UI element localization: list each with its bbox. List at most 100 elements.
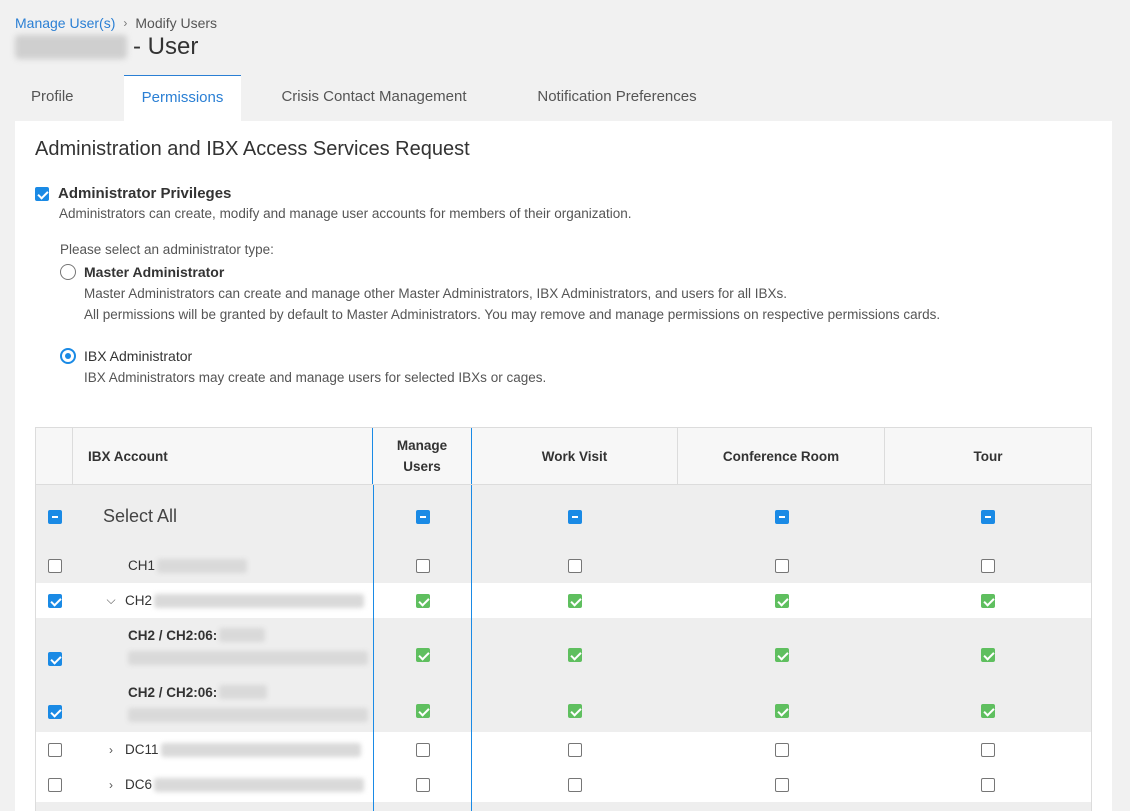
account-name: ⌵ CH2 (88, 593, 365, 608)
table-row: CH2 / CH2:06: (36, 618, 1091, 674)
select-all-row: Select All (36, 485, 1091, 548)
row-checkbox[interactable] (47, 777, 62, 792)
account-name: CH2 / CH2:06: (88, 685, 368, 722)
tab-notification-preferences[interactable]: Notification Preferences (507, 75, 727, 121)
work-visit-checkbox[interactable] (568, 648, 582, 662)
account-code: DC6 (125, 777, 153, 792)
redacted-account-detail (154, 593, 365, 608)
ibx-admin-label: IBX Administrator (84, 348, 193, 364)
header-ibx-account: IBX Account (73, 428, 373, 484)
work-visit-checkbox[interactable] (568, 593, 582, 608)
redacted-cage-id (219, 685, 268, 699)
redacted-account-detail (160, 742, 361, 757)
tour-checkbox[interactable] (981, 777, 995, 792)
manage-users-checkbox[interactable] (415, 648, 430, 662)
manage-users-checkbox[interactable] (415, 777, 430, 792)
admin-privileges-description: Administrators can create, modify and ma… (59, 206, 632, 221)
master-admin-desc-line1: Master Administrators can create and man… (84, 286, 788, 301)
manage-users-checkbox[interactable] (415, 593, 430, 608)
page-title: - User (15, 33, 198, 61)
header-tour: Tour (973, 448, 1003, 464)
breadcrumb-manage-users-link[interactable]: Manage User(s) (15, 15, 115, 31)
master-admin-radio[interactable] (60, 264, 76, 280)
breadcrumb: Manage User(s) › Modify Users (15, 15, 217, 31)
chevron-right-icon[interactable]: › (103, 743, 119, 757)
chevron-right-icon: › (123, 16, 128, 30)
select-all-label: Select All (103, 506, 178, 526)
redacted-account-detail (157, 558, 248, 573)
manage-users-checkbox[interactable] (415, 704, 430, 718)
select-all-manage-users-checkbox[interactable] (415, 509, 430, 524)
conference-room-checkbox[interactable] (774, 704, 789, 718)
account-name: › DC11 (88, 742, 361, 757)
row-checkbox[interactable] (47, 742, 62, 757)
redacted-account-detail (154, 777, 365, 792)
account-code: DC11 (125, 742, 159, 757)
master-admin-label: Master Administrator (84, 264, 225, 280)
manage-users-checkbox[interactable] (415, 742, 430, 757)
conference-room-checkbox[interactable] (774, 558, 789, 573)
conference-room-checkbox[interactable] (774, 593, 789, 608)
admin-privileges-row: Administrator Privileges (35, 185, 231, 202)
tour-checkbox[interactable] (981, 558, 995, 573)
tour-checkbox[interactable] (981, 593, 995, 608)
table-row: › DC6 (36, 767, 1091, 802)
admin-type-prompt: Please select an administrator type: (60, 242, 274, 257)
page-title-suffix: - User (133, 33, 199, 60)
conference-room-checkbox[interactable] (774, 742, 789, 757)
chevron-down-icon[interactable]: ⌵ (103, 593, 119, 608)
ibx-admin-radio[interactable] (60, 348, 76, 364)
select-all-work-visit-checkbox[interactable] (568, 509, 582, 524)
table-row: › DC11 (36, 732, 1091, 767)
row-checkbox[interactable] (47, 593, 62, 608)
tab-crisis-contact-management[interactable]: Crisis Contact Management (241, 75, 507, 121)
conference-room-checkbox[interactable] (774, 777, 789, 792)
work-visit-checkbox[interactable] (568, 777, 582, 792)
admin-privileges-checkbox[interactable] (35, 186, 49, 201)
row-checkbox[interactable] (47, 558, 62, 573)
tab-bar: Profile Permissions Crisis Contact Manag… (15, 75, 727, 121)
tour-checkbox[interactable] (981, 704, 995, 718)
header-checkbox-col (36, 428, 73, 484)
ibx-admin-option: IBX Administrator (60, 348, 192, 364)
master-admin-description: Master Administrators can create and man… (84, 283, 940, 325)
work-visit-checkbox[interactable] (568, 704, 582, 718)
chevron-right-icon[interactable]: › (103, 778, 119, 792)
header-manage-users-line1: Manage (396, 438, 448, 453)
header-manage-users: Manage Users (373, 428, 472, 484)
select-all-checkbox[interactable] (47, 509, 62, 524)
tour-checkbox[interactable] (981, 648, 995, 662)
ibx-admin-description: IBX Administrators may create and manage… (84, 370, 547, 385)
tab-profile[interactable]: Profile (15, 75, 124, 121)
redacted-user-name (15, 35, 127, 59)
header-manage-users-line2: Users (403, 459, 441, 474)
master-admin-option: Master Administrator (60, 264, 224, 280)
manage-users-checkbox[interactable] (415, 558, 430, 573)
section-title: Administration and IBX Access Services R… (35, 138, 470, 160)
table-row-partial (36, 802, 1091, 811)
row-checkbox[interactable] (47, 652, 62, 666)
ibx-permissions-table: IBX Account Manage Users Work Visit Confe… (35, 427, 1092, 811)
work-visit-checkbox[interactable] (568, 742, 582, 757)
redacted-account-detail (128, 650, 368, 665)
select-all-conference-room-checkbox[interactable] (774, 509, 789, 524)
tab-permissions[interactable]: Permissions (124, 75, 241, 121)
account-code: CH2 / CH2:06: (128, 627, 218, 643)
table-row: CH2 / CH2:06: (36, 674, 1091, 732)
work-visit-checkbox[interactable] (568, 558, 582, 573)
master-admin-desc-line2: All permissions will be granted by defau… (84, 307, 941, 322)
table-header: IBX Account Manage Users Work Visit Confe… (36, 428, 1091, 485)
tour-checkbox[interactable] (981, 742, 995, 757)
table-row: ⌵ CH2 (36, 583, 1091, 618)
select-all-tour-checkbox[interactable] (981, 509, 995, 524)
header-work-visit: Work Visit (472, 428, 678, 484)
table-row: CH1 (36, 548, 1091, 583)
permissions-panel: Administration and IBX Access Services R… (15, 121, 1112, 811)
row-checkbox[interactable] (47, 705, 62, 719)
conference-room-checkbox[interactable] (774, 648, 789, 662)
account-name: CH1 (88, 558, 248, 573)
account-code: CH2 / CH2:06: (128, 684, 218, 700)
header-conference-room: Conference Room (678, 428, 885, 484)
account-code: CH1 (128, 558, 156, 573)
redacted-account-detail (128, 707, 368, 722)
